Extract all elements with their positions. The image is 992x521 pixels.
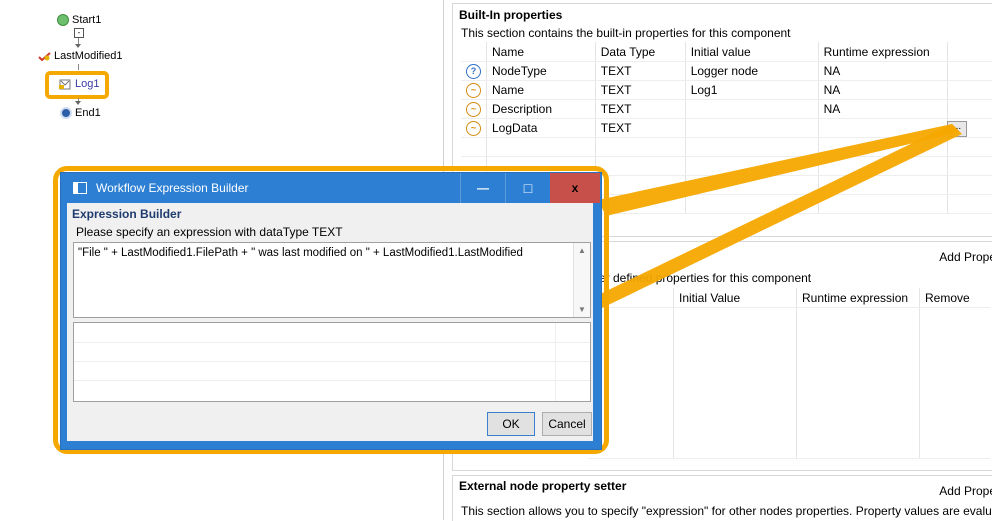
close-button[interactable]: x [550,173,600,203]
builder-heading: Expression Builder [72,207,182,221]
ok-button[interactable]: OK [487,412,535,436]
dialog-titlebar[interactable]: Workflow Expression Builder — □ x [61,173,601,203]
result-grid [73,322,591,402]
expression-builder-dialog: Workflow Expression Builder — □ x Expres… [60,172,602,450]
minimize-button[interactable]: — [460,173,505,203]
expression-input[interactable]: "File " + LastModified1.FilePath + " was… [73,242,591,318]
close-icon: x [571,181,579,195]
scroll-up-icon[interactable]: ▲ [574,246,590,255]
minimize-icon: — [477,181,489,195]
builder-instruction: Please specify an expression with dataTy… [76,225,343,239]
scrollbar[interactable]: ▲ ▼ [573,243,590,317]
dialog-title: Workflow Expression Builder [96,181,249,195]
scroll-down-icon[interactable]: ▼ [574,305,590,314]
expression-text: "File " + LastModified1.FilePath + " was… [78,247,523,259]
window-icon [73,182,87,194]
dialog-body: Expression Builder Please specify an exp… [67,203,593,441]
maximize-button[interactable]: □ [505,173,550,203]
maximize-icon: □ [523,180,533,196]
cancel-button[interactable]: Cancel [542,412,592,436]
